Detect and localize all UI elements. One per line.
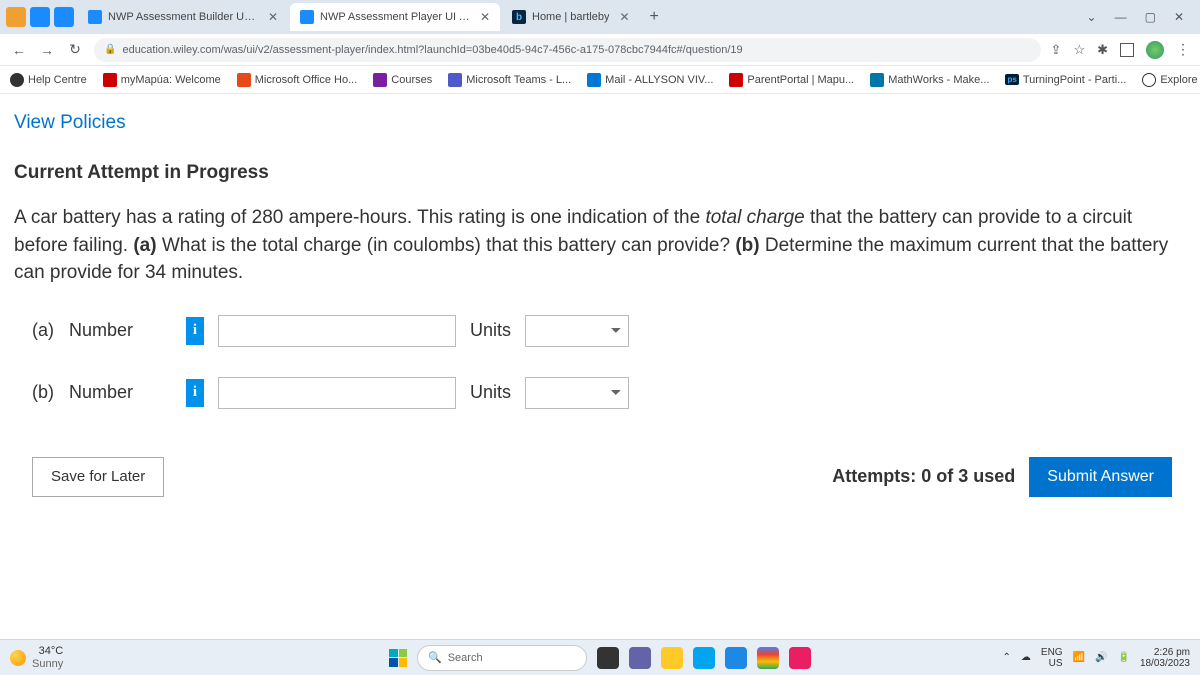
section-heading: Current Attempt in Progress (14, 162, 1186, 184)
extensions-icon[interactable]: ✱ (1097, 42, 1108, 58)
weather-widget[interactable]: 34°CSunny (10, 645, 63, 669)
task-icon[interactable] (725, 647, 747, 669)
tab-favicon (88, 10, 102, 24)
close-icon[interactable]: ✕ (268, 10, 278, 24)
pinned-tab-icon[interactable] (6, 7, 26, 27)
bookmark-github[interactable]: Explore GitHub (1142, 73, 1200, 87)
minimize-icon[interactable]: — (1115, 10, 1127, 24)
question-text: A car battery has a rating of 280 ampere… (14, 204, 1186, 287)
tab-favicon: b (512, 10, 526, 24)
bookmark-turningpoint[interactable]: psTurningPoint - Parti... (1005, 74, 1126, 86)
profile-avatar[interactable] (1146, 41, 1164, 59)
units-select-b[interactable] (525, 377, 629, 409)
tab-title: NWP Assessment Player UI Appli (320, 11, 470, 23)
search-icon: 🔍 (428, 651, 442, 664)
address-bar: ← → ↻ 🔒 education.wiley.com/was/ui/v2/as… (0, 34, 1200, 66)
pinned-tab-icon[interactable] (30, 7, 50, 27)
answer-row-b: (b) Number i Units (32, 377, 1186, 409)
menu-icon[interactable]: ⋮ (1176, 41, 1190, 58)
tab-title: NWP Assessment Builder UI App (108, 11, 258, 23)
attempts-counter: Attempts: 0 of 3 used (832, 466, 1015, 487)
bookmark-courses[interactable]: Courses (373, 73, 432, 87)
system-tray: ⌃ ☁ ENGUS 📶 🔊 🔋 2:26 pm18/03/2023 (1003, 647, 1190, 669)
task-icon[interactable] (661, 647, 683, 669)
units-label: Units (470, 320, 511, 341)
cloud-icon[interactable]: ☁ (1021, 652, 1031, 663)
bookmark-parentportal[interactable]: ParentPortal | Mapu... (729, 73, 854, 87)
pinned-tab-icon[interactable] (54, 7, 74, 27)
forward-icon[interactable]: → (38, 42, 56, 58)
window-controls: ⌄ — ▢ ✕ (1087, 10, 1194, 24)
start-button[interactable] (389, 649, 407, 667)
info-icon[interactable]: i (186, 379, 204, 407)
browser-tab[interactable]: NWP Assessment Builder UI App ✕ (78, 3, 288, 31)
battery-icon[interactable]: 🔋 (1117, 652, 1129, 663)
tab-title: Home | bartleby (532, 11, 609, 23)
part-label: (b) Number (32, 382, 172, 403)
new-tab-button[interactable]: + (642, 8, 667, 26)
url-field[interactable]: 🔒 education.wiley.com/was/ui/v2/assessme… (94, 38, 1041, 62)
star-icon[interactable]: ☆ (1073, 42, 1085, 58)
close-icon[interactable]: ✕ (480, 10, 490, 24)
close-icon[interactable]: ✕ (1174, 10, 1184, 24)
ps-icon: ps (1005, 74, 1018, 85)
save-for-later-button[interactable]: Save for Later (32, 457, 164, 497)
bookmark-help[interactable]: Help Centre (10, 73, 87, 87)
view-policies-link[interactable]: View Policies (14, 112, 1186, 134)
lock-icon: 🔒 (104, 44, 116, 55)
part-label: (a) Number (32, 320, 172, 341)
task-icon[interactable] (629, 647, 651, 669)
clock[interactable]: 2:26 pm18/03/2023 (1140, 647, 1190, 669)
action-row: Save for Later Attempts: 0 of 3 used Sub… (32, 457, 1186, 497)
taskbar-search[interactable]: 🔍Search (417, 645, 587, 671)
reload-icon[interactable]: ↻ (66, 41, 84, 58)
bookmark-mathworks[interactable]: MathWorks - Make... (870, 73, 989, 87)
windows-taskbar: 34°CSunny 🔍Search ⌃ ☁ ENGUS 📶 🔊 🔋 2:26 p… (0, 639, 1200, 675)
task-icon[interactable] (693, 647, 715, 669)
bookmark-mapua[interactable]: myMapúa: Welcome (103, 73, 221, 87)
extension-icon[interactable] (1120, 43, 1134, 57)
language-indicator[interactable]: ENGUS (1041, 647, 1063, 669)
page-content: View Policies Current Attempt in Progres… (0, 94, 1200, 497)
close-icon[interactable]: ✕ (619, 10, 629, 24)
browser-tab-strip: NWP Assessment Builder UI App ✕ NWP Asse… (0, 0, 1200, 34)
volume-icon[interactable]: 🔊 (1095, 652, 1107, 663)
task-icon[interactable] (757, 647, 779, 669)
back-icon[interactable]: ← (10, 42, 28, 58)
answer-row-a: (a) Number i Units (32, 315, 1186, 347)
bookmark-mail[interactable]: Mail - ALLYSON VIV... (587, 73, 713, 87)
browser-tab[interactable]: b Home | bartleby ✕ (502, 3, 640, 31)
wifi-icon[interactable]: 📶 (1073, 652, 1085, 663)
bookmark-msoffice[interactable]: Microsoft Office Ho... (237, 73, 358, 87)
tab-favicon (300, 10, 314, 24)
url-text: education.wiley.com/was/ui/v2/assessment… (122, 44, 742, 56)
bookmark-teams[interactable]: Microsoft Teams - L... (448, 73, 571, 87)
number-input-b[interactable] (218, 377, 456, 409)
units-label: Units (470, 382, 511, 403)
units-select-a[interactable] (525, 315, 629, 347)
submit-answer-button[interactable]: Submit Answer (1029, 457, 1172, 497)
chevron-up-icon[interactable]: ⌃ (1003, 652, 1011, 663)
share-icon[interactable]: ⇪ (1051, 42, 1062, 58)
github-icon (1142, 73, 1156, 87)
chevron-down-icon[interactable]: ⌄ (1087, 10, 1097, 24)
sun-icon (10, 650, 26, 666)
task-icon[interactable] (597, 647, 619, 669)
maximize-icon[interactable]: ▢ (1145, 10, 1156, 24)
info-icon[interactable]: i (186, 317, 204, 345)
task-icon[interactable] (789, 647, 811, 669)
number-input-a[interactable] (218, 315, 456, 347)
bookmarks-bar: Help Centre myMapúa: Welcome Microsoft O… (0, 66, 1200, 94)
browser-tab-active[interactable]: NWP Assessment Player UI Appli ✕ (290, 3, 500, 31)
